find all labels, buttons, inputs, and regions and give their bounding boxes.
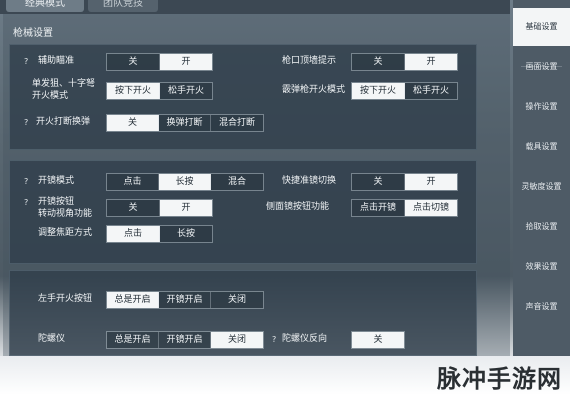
left-fire-label: 左手开火按钮 [38, 294, 93, 304]
left-fire-toggle: 总是开启 开镜开启 关闭 [106, 291, 264, 309]
gyro-scope[interactable]: 开镜开启 [159, 332, 211, 348]
single-fire-label-line1: 单发狙、十字弩 [32, 79, 96, 89]
scope-button-rotate-off[interactable]: 关 [107, 200, 160, 216]
single-fire-press[interactable]: 按下开火 [107, 83, 160, 99]
help-icon[interactable]: ? [272, 334, 276, 345]
sidebar-item-pickup[interactable]: 拾取设置 [513, 208, 570, 246]
scope-mode-hold[interactable]: 长按 [159, 174, 211, 190]
muzzle-hint-label: 枪口顶墙提示 [282, 56, 337, 66]
sidebar-item-vehicle[interactable]: 载具设置 [513, 128, 570, 166]
scope-button-rotate-label-line1: 开镜按钮 [38, 197, 75, 207]
shotgun-fire-release[interactable]: 松手开火 [405, 83, 457, 99]
scope-mode-label: 开镜模式 [38, 176, 75, 186]
scope-mode-mixed[interactable]: 混合 [211, 174, 263, 190]
single-fire-mode-toggle: 按下开火 松手开火 [106, 82, 213, 100]
sidebar-item-controls[interactable]: 操作设置 [513, 88, 570, 126]
shotgun-fire-press[interactable]: 按下开火 [352, 83, 405, 99]
left-fire-always[interactable]: 总是开启 [107, 292, 159, 308]
section-title: 枪械设置 [13, 28, 53, 39]
zoom-mode-toggle: 点击 长按 [106, 225, 213, 243]
scope-mode-tap[interactable]: 点击 [107, 174, 159, 190]
sidebar-item-sound[interactable]: 声音设置 [513, 288, 570, 326]
fire-interrupt-label: 开火打断换弹 [36, 117, 91, 127]
zoom-mode-tap[interactable]: 点击 [107, 226, 160, 242]
muzzle-hint-toggle: 关 开 [351, 53, 458, 71]
side-scope-button-toggle: 点击开镜 点击切镜 [351, 199, 458, 217]
scope-button-rotate-on[interactable]: 开 [160, 200, 212, 216]
gyro-toggle: 总是开启 开镜开启 关闭 [106, 331, 264, 349]
scope-mode-toggle: 点击 长按 混合 [106, 173, 264, 191]
help-icon[interactable]: ? [24, 117, 28, 128]
tab-classic-mode[interactable]: 经典模式 [6, 0, 84, 12]
aim-assist-on[interactable]: 开 [160, 54, 212, 70]
gyro-always[interactable]: 总是开启 [107, 332, 159, 348]
single-fire-label-line2: 开火模式 [32, 91, 69, 101]
panel-left-fire-gyro: 左手开火按钮 总是开启 开镜开启 关闭 陀螺仪 总是开启 开镜开启 关闭 ? 陀… [9, 270, 477, 356]
gyro-reverse-label: 陀螺仪反向 [282, 334, 328, 344]
quick-scope-switch-toggle: 关 开 [351, 173, 458, 191]
side-scope-button-open[interactable]: 点击开镜 [352, 200, 405, 216]
help-icon[interactable]: ? [24, 197, 28, 208]
quick-scope-switch-off[interactable]: 关 [352, 174, 405, 190]
help-icon[interactable]: ? [24, 56, 28, 67]
side-scope-button-switch[interactable]: 点击切镜 [405, 200, 457, 216]
sidebar-item-graphics[interactable]: 画面设置 [513, 48, 570, 86]
scope-button-rotate-label-line2: 转动视角功能 [38, 209, 93, 219]
settings-sidebar: 基础设置 画面设置 操作设置 载具设置 灵敏度设置 拾取设置 效果设置 声音设置 [513, 0, 570, 356]
sidebar-item-basic[interactable]: 基础设置 [513, 8, 570, 46]
left-fire-scope[interactable]: 开镜开启 [159, 292, 211, 308]
quick-scope-switch-on[interactable]: 开 [405, 174, 457, 190]
fire-interrupt-off[interactable]: 关 [107, 115, 159, 131]
fire-interrupt-toggle: 关 换弹打断 混合打断 [106, 114, 264, 132]
panel-scope-settings: ? 开镜模式 点击 长按 混合 快捷准镜切换 关 开 ? 开镜按钮 转动视角功能… [9, 160, 477, 264]
aim-assist-off[interactable]: 关 [107, 54, 160, 70]
watermark-logo: 脉冲手游网 [437, 365, 562, 393]
muzzle-hint-on[interactable]: 开 [405, 54, 457, 70]
aim-assist-toggle: 关 开 [106, 53, 213, 71]
gyro-label: 陀螺仪 [38, 334, 66, 344]
panel-fire-settings: ? 辅助瞄准 关 开 枪口顶墙提示 关 开 单发狙、十字弩 开火模式 按下开火 … [9, 44, 477, 150]
aim-assist-label: 辅助瞄准 [38, 56, 75, 66]
zoom-mode-hold[interactable]: 长按 [160, 226, 212, 242]
tab-team-deathmatch[interactable]: 团队竞技 [88, 0, 158, 12]
shotgun-fire-mode-toggle: 按下开火 松手开火 [351, 82, 458, 100]
gyro-reverse-toggle: 关 [351, 331, 405, 349]
fire-interrupt-mixed[interactable]: 混合打断 [211, 115, 263, 131]
left-fire-off[interactable]: 关闭 [211, 292, 263, 308]
help-icon[interactable]: ? [24, 176, 28, 187]
shotgun-fire-label: 霰弹枪开火模式 [282, 85, 346, 95]
sidebar-item-effects[interactable]: 效果设置 [513, 248, 570, 286]
zoom-mode-label: 调整焦距方式 [38, 228, 93, 238]
gyro-off[interactable]: 关闭 [211, 332, 263, 348]
fire-interrupt-reload[interactable]: 换弹打断 [159, 115, 211, 131]
quick-scope-switch-label: 快捷准镜切换 [282, 176, 337, 186]
muzzle-hint-off[interactable]: 关 [352, 54, 405, 70]
scope-button-rotate-toggle: 关 开 [106, 199, 213, 217]
side-scope-button-label: 侧面镜按钮功能 [266, 202, 330, 212]
single-fire-release[interactable]: 松手开火 [160, 83, 212, 99]
settings-content: 枪械设置 ? 辅助瞄准 关 开 枪口顶墙提示 关 开 单发狙、十字弩 开火模式 … [3, 14, 510, 356]
gyro-reverse-off[interactable]: 关 [352, 332, 404, 348]
sidebar-item-sensitivity[interactable]: 灵敏度设置 [513, 168, 570, 206]
